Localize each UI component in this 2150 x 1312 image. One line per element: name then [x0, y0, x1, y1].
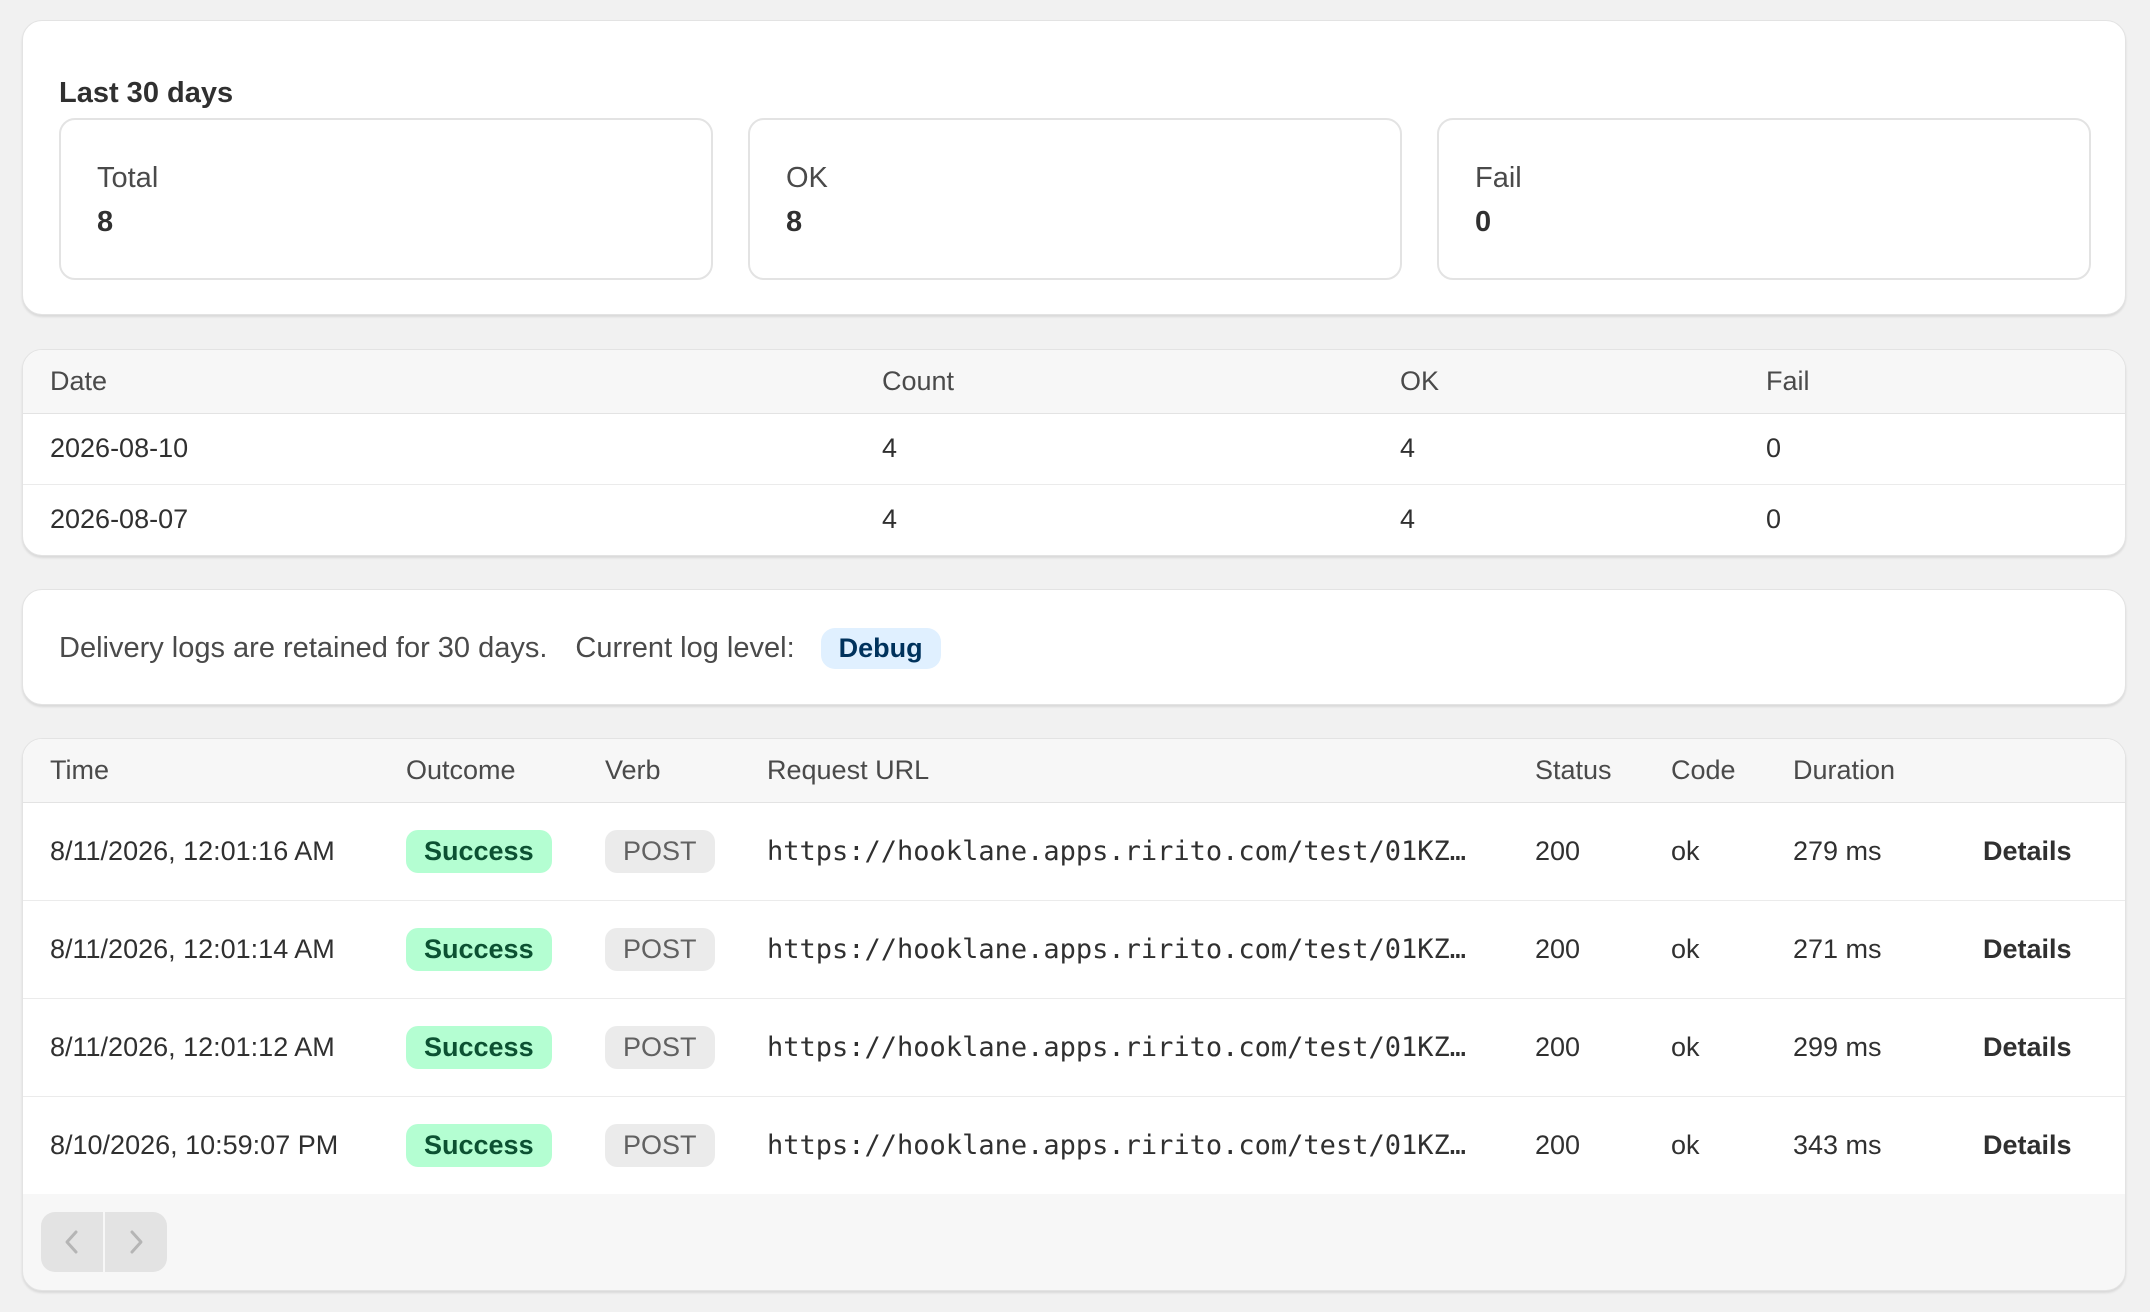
stat-ok: OK 8 — [748, 118, 1402, 280]
summary-card: Last 30 days Total 8 OK 8 Fail 0 — [22, 20, 2126, 315]
pagination — [41, 1212, 167, 1272]
column-header-verb: Verb — [578, 739, 740, 803]
column-header-time: Time — [23, 739, 379, 803]
cell-duration: 343 ms — [1793, 1129, 1882, 1160]
cell-time: 8/11/2026, 12:01:16 AM — [23, 802, 379, 901]
log-level-label: Current log level: — [575, 631, 795, 664]
cell-fail: 0 — [1739, 413, 2125, 485]
cell-duration: 279 ms — [1766, 802, 1956, 901]
outcome-badge: Success — [406, 927, 552, 971]
stat-value: 8 — [97, 206, 114, 238]
chevron-right-icon — [130, 1230, 143, 1254]
delivery-logs-table: Time Outcome Verb Request URL Status Cod… — [23, 739, 2125, 1194]
verb-badge: POST — [605, 829, 715, 873]
previous-page-button[interactable] — [41, 1212, 103, 1272]
stat-label: Total — [97, 162, 159, 194]
summary-title: Last 30 days — [59, 77, 234, 109]
column-header-fail: Fail — [1739, 350, 2125, 414]
table-row: 8/11/2026, 12:01:12 AM Success POST http… — [23, 998, 2125, 1097]
cell-code: ok — [1644, 802, 1766, 901]
cell-request-url: https://hooklane.apps.ririto.com/test/01… — [740, 900, 1508, 999]
stat-total: Total 8 — [59, 118, 713, 280]
column-header-date: Date — [23, 350, 855, 414]
table-row: 8/11/2026, 12:01:14 AM Success POST http… — [23, 900, 2125, 999]
stat-value: 0 — [1475, 206, 1492, 238]
column-header-code: Code — [1644, 739, 1766, 803]
table-row: 2026-08-10 4 4 0 — [23, 413, 2125, 485]
details-link[interactable]: Details — [1983, 934, 2072, 964]
cell-request-url: https://hooklane.apps.ririto.com/test/01… — [740, 998, 1508, 1097]
outcome-badge: Success — [406, 1025, 552, 1069]
table-row: 8/10/2026, 10:59:07 PM Success POST http… — [23, 1096, 2125, 1194]
verb-badge: POST — [605, 1025, 715, 1069]
column-header-actions — [1956, 739, 2125, 803]
cell-ok: 4 — [1373, 413, 1739, 485]
page: Last 30 days Total 8 OK 8 Fail 0 Date Co… — [0, 0, 2150, 1312]
outcome-badge: Success — [406, 1123, 552, 1167]
cell-fail: 0 — [1766, 504, 1782, 535]
column-header-request-url: Request URL — [740, 739, 1508, 803]
cell-ok: 4 — [1400, 504, 1416, 535]
cell-date: 2026-08-07 — [50, 504, 189, 535]
cell-count: 4 — [855, 413, 1373, 485]
cell-status: 200 — [1508, 998, 1644, 1097]
column-header-ok: OK — [1373, 350, 1739, 414]
outcome-badge: Success — [406, 829, 552, 873]
cell-date: 2026-08-10 — [23, 413, 855, 485]
daily-stats-card: Date Count OK Fail 2026-08-10 4 4 0 2026… — [22, 349, 2126, 556]
cell-request-url: https://hooklane.apps.ririto.com/test/01… — [767, 1129, 1483, 1161]
stat-fail: Fail 0 — [1437, 118, 2091, 280]
cell-status: 200 — [1535, 1129, 1581, 1160]
column-header-duration: Duration — [1766, 739, 1956, 803]
column-header-outcome: Outcome — [379, 739, 578, 803]
retention-info-card: Delivery logs are retained for 30 days. … — [22, 589, 2126, 705]
cell-status: 200 — [1508, 802, 1644, 901]
details-link[interactable]: Details — [1983, 836, 2072, 866]
cell-code: ok — [1644, 900, 1766, 999]
stat-label: OK — [786, 162, 828, 194]
column-header-count: Count — [855, 350, 1373, 414]
next-page-button[interactable] — [105, 1212, 167, 1272]
verb-badge: POST — [605, 927, 715, 971]
details-link[interactable]: Details — [1983, 1130, 2072, 1160]
column-header-status: Status — [1508, 739, 1644, 803]
retention-info-row: Delivery logs are retained for 30 days. … — [59, 626, 941, 670]
log-level-badge: Debug — [820, 627, 941, 669]
cell-status: 200 — [1508, 900, 1644, 999]
delivery-logs-card: Time Outcome Verb Request URL Status Cod… — [22, 738, 2126, 1291]
table-header-row: Time Outcome Verb Request URL Status Cod… — [23, 739, 2125, 803]
cell-count: 4 — [882, 504, 898, 535]
cell-code: ok — [1644, 998, 1766, 1097]
daily-stats-table: Date Count OK Fail 2026-08-10 4 4 0 2026… — [23, 350, 2125, 555]
table-header-row: Date Count OK Fail — [23, 350, 2125, 414]
table-row: 2026-08-07 4 4 0 — [23, 484, 2125, 555]
table-row: 8/11/2026, 12:01:16 AM Success POST http… — [23, 802, 2125, 901]
cell-time: 8/11/2026, 12:01:14 AM — [23, 900, 379, 999]
cell-code: ok — [1671, 1129, 1700, 1160]
stat-value: 8 — [786, 206, 803, 238]
cell-time: 8/11/2026, 12:01:12 AM — [23, 998, 379, 1097]
cell-duration: 271 ms — [1766, 900, 1956, 999]
cell-time: 8/10/2026, 10:59:07 PM — [50, 1129, 339, 1160]
chevron-left-icon — [65, 1230, 78, 1254]
cell-duration: 299 ms — [1766, 998, 1956, 1097]
stat-label: Fail — [1475, 162, 1522, 194]
cell-request-url: https://hooklane.apps.ririto.com/test/01… — [740, 802, 1508, 901]
verb-badge: POST — [605, 1123, 715, 1167]
details-link[interactable]: Details — [1983, 1032, 2072, 1062]
retention-text: Delivery logs are retained for 30 days. — [59, 631, 548, 664]
